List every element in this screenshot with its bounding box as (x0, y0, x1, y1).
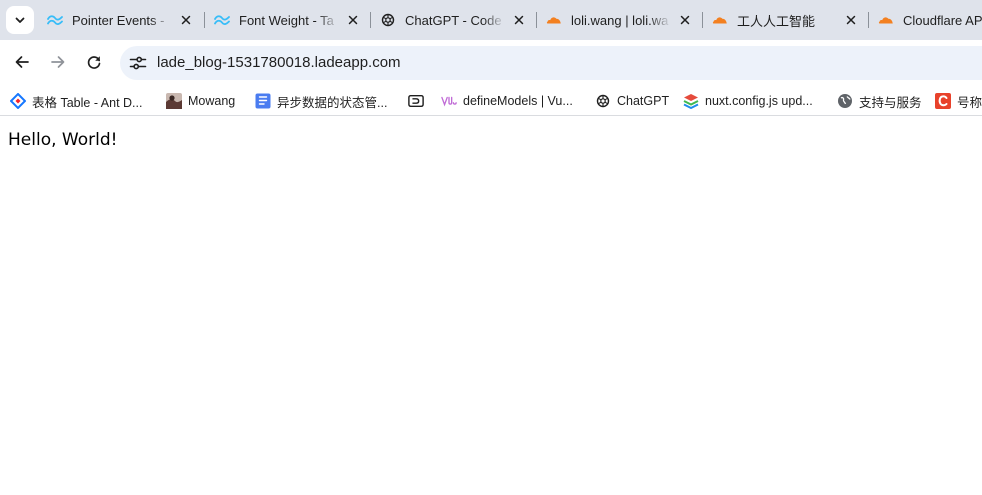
bookmark-mowang[interactable]: Mowang (166, 92, 235, 110)
bookmark-nuxt-config[interactable]: nuxt.config.js upd... (683, 92, 813, 110)
bookmark-label: nuxt.config.js upd... (705, 94, 813, 108)
bookmark-chatgpt[interactable]: ChatGPT (595, 92, 669, 110)
cloudflare-icon (546, 12, 562, 28)
bookmark-support[interactable]: 支持与服务 (837, 92, 922, 110)
tab-loli-wang[interactable]: loli.wang | loli.wa (537, 6, 703, 34)
bookmark-terminal[interactable] (408, 92, 430, 110)
tab-ai-workers[interactable]: 工人人工智能 (703, 6, 869, 34)
tailwind-icon (47, 12, 63, 28)
tab-title: Cloudflare AP (903, 12, 982, 28)
tailwind-icon (214, 12, 230, 28)
reload-icon (87, 56, 101, 69)
arrow-right-icon (51, 56, 65, 68)
tab-pointer-events[interactable]: Pointer Events - (38, 6, 204, 34)
cloudflare-icon (712, 12, 728, 28)
tab-title: Pointer Events - (72, 12, 165, 28)
avatar-icon (166, 93, 182, 109)
tab-title: ChatGPT - Code (405, 12, 502, 28)
bookmark-label: Mowang (188, 94, 236, 108)
tab-strip: Pointer Events - Font Weight - Ta ChatGP… (0, 0, 982, 40)
page-content: Hello, World! (0, 121, 982, 495)
bookmark-label: ChatGPT (617, 94, 670, 108)
close-icon[interactable] (843, 12, 859, 28)
arrow-left-icon (15, 56, 29, 68)
tab-search-button[interactable] (6, 6, 34, 34)
tab-title: Font Weight - Ta (239, 12, 334, 28)
back-button[interactable] (8, 48, 36, 76)
close-icon[interactable] (511, 12, 527, 28)
tab-title: 工人人工智能 (737, 13, 816, 29)
openai-icon (380, 12, 396, 28)
url-text[interactable]: lade_blog-1531780018.ladeapp.com (157, 54, 401, 71)
openai-icon (595, 93, 611, 109)
chevron-down-icon (15, 17, 25, 23)
site-info-button[interactable] (124, 49, 152, 77)
bookmark-overflow-item[interactable]: 号称 (935, 92, 982, 110)
tab-title: loli.wang | loli.wa (571, 12, 669, 28)
doc-icon (255, 93, 271, 109)
bookmark-label: 异步数据的状态管... (277, 95, 388, 110)
browser-toolbar: lade_blog-1531780018.ladeapp.com (0, 40, 982, 86)
tab-font-weight[interactable]: Font Weight - Ta (205, 6, 371, 34)
tune-icon (129, 56, 147, 70)
bookmark-define-models[interactable]: defineModels | Vu... (441, 92, 573, 110)
address-bar[interactable]: lade_blog-1531780018.ladeapp.com (120, 46, 982, 80)
forward-button[interactable] (44, 48, 72, 76)
close-icon[interactable] (178, 12, 194, 28)
terminal-icon (408, 93, 424, 109)
vueuse-icon (441, 93, 457, 109)
c-logo-icon (935, 93, 951, 109)
cloudflare-icon (878, 12, 894, 28)
tab-chatgpt-code[interactable]: ChatGPT - Code (371, 6, 537, 34)
bookmark-label: 支持与服务 (859, 95, 922, 110)
antd-icon (10, 93, 26, 109)
bookmark-label: defineModels | Vu... (463, 94, 573, 108)
bookmark-antd-table[interactable]: 表格 Table - Ant D... (10, 92, 142, 110)
close-icon[interactable] (677, 12, 693, 28)
bookmark-label: 表格 Table - Ant D... (32, 95, 143, 110)
bookmarks-bar: 表格 Table - Ant D... Mowang 异步数据的状态管... d… (0, 86, 982, 116)
close-icon[interactable] (345, 12, 361, 28)
tab-cloudflare-api[interactable]: Cloudflare AP (869, 6, 982, 34)
layers-icon (683, 93, 699, 109)
bookmark-label: 号称 (957, 95, 982, 110)
globe-icon (837, 93, 853, 109)
page-text: Hello, World! (8, 130, 118, 150)
bookmark-async-data[interactable]: 异步数据的状态管... (255, 92, 387, 110)
reload-button[interactable] (80, 48, 108, 76)
